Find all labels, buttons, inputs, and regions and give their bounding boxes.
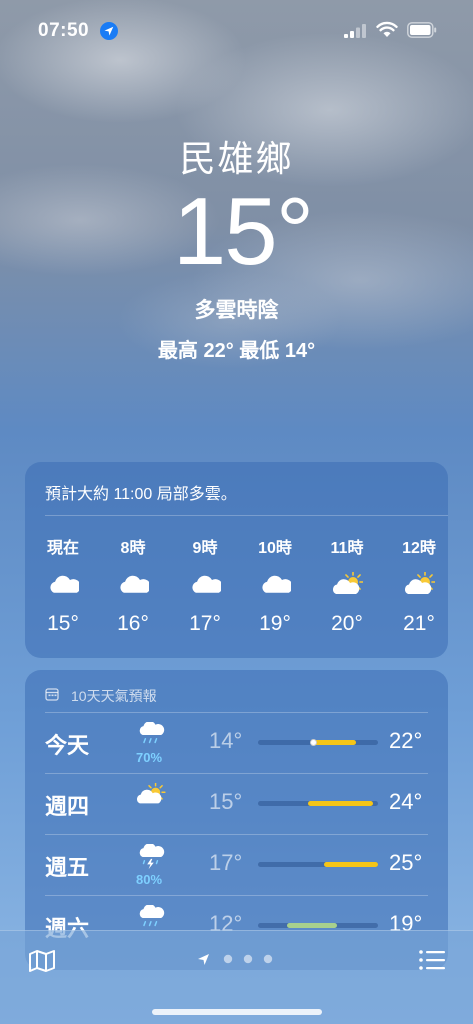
bottom-toolbar — [0, 930, 473, 1024]
low-temperature: 14° — [209, 728, 243, 753]
list-icon[interactable] — [418, 949, 446, 971]
home-indicator[interactable] — [152, 1009, 322, 1015]
hourly-item: 10時 19° — [245, 534, 305, 636]
day-name: 週四 — [45, 794, 90, 819]
divider — [45, 712, 428, 713]
current-temp-dot — [310, 739, 317, 746]
hour-label: 12時 — [402, 540, 436, 557]
hour-temperature: 15° — [47, 612, 79, 635]
high-low-temperature: 最高 22° 最低 14° — [157, 340, 316, 362]
calendar-icon — [45, 688, 59, 701]
hour-label: 10時 — [258, 540, 292, 557]
cellular-signal-icon — [344, 24, 366, 38]
temperature-range-bar — [258, 801, 378, 806]
ten-day-forecast-card[interactable]: 10天天氣預報 今天 70% 14° 22° 週四 15° 24° 週五 80% 17° 25° 週六… — [25, 670, 448, 970]
high-temperature: 24° — [389, 789, 423, 814]
cloud-icon — [192, 575, 221, 593]
day-row[interactable]: 週五 80% 17° 25° — [25, 834, 448, 894]
hour-temperature: 19° — [259, 612, 291, 635]
partly-cloudy-icon — [404, 572, 435, 594]
hour-temperature: 16° — [117, 612, 149, 635]
day-row[interactable]: 週四 15° 24° — [25, 773, 448, 833]
page-indicator[interactable] — [196, 951, 286, 967]
hourly-item: 9時 17° — [175, 534, 235, 636]
temperature-range-bar — [258, 862, 378, 867]
current-temperature: 15° — [172, 178, 314, 285]
current-location-page-icon — [198, 954, 209, 965]
high-temperature: 25° — [389, 850, 423, 875]
page-dot — [243, 954, 253, 964]
day-name: 週五 — [45, 855, 90, 880]
temperature-range-fill — [287, 923, 337, 928]
hour-label: 11時 — [330, 540, 364, 557]
page-dot — [223, 954, 233, 964]
status-time: 07:50 — [38, 20, 90, 41]
divider — [45, 895, 428, 896]
rain-cloud-icon — [139, 722, 165, 744]
temperature-range-bar — [258, 739, 378, 746]
rain-cloud-icon — [139, 905, 165, 927]
hour-label: 8時 — [120, 540, 146, 557]
page-dot — [263, 954, 273, 964]
cloud-icon — [50, 575, 79, 593]
ten-day-header: 10天天氣預報 — [71, 688, 157, 704]
day-row[interactable]: 今天 70% 14° 22° — [25, 712, 448, 772]
temperature-range-bar — [258, 923, 378, 928]
day-name: 今天 — [45, 733, 90, 758]
high-temperature: 22° — [389, 728, 423, 753]
hour-temperature: 21° — [403, 612, 435, 635]
wifi-icon — [376, 21, 398, 37]
partly-cloudy-icon — [332, 572, 363, 594]
hourly-item: 11時 20° — [317, 534, 377, 636]
hourly-forecast-card[interactable]: 預計大約 11:00 局部多雲。 現在 15° 8時 16° 9時 17° 10時 19° 11… — [25, 462, 448, 658]
temperature-range-fill — [324, 862, 378, 867]
thunderstorm-icon — [139, 844, 165, 870]
battery-icon — [407, 22, 437, 38]
divider — [45, 834, 428, 835]
temperature-range-fill — [308, 801, 373, 806]
current-weather: 民雄鄉 15° 多雲時陰 最高 22° 最低 14° — [0, 130, 473, 363]
status-bar: 07:50 — [0, 0, 473, 60]
divider — [45, 515, 448, 516]
hour-temperature: 20° — [331, 612, 363, 635]
hourly-item: 12時 21° — [389, 534, 449, 636]
hour-temperature: 17° — [189, 612, 221, 635]
hourly-item: 現在 15° — [33, 534, 93, 636]
city-name: 民雄鄉 — [179, 138, 294, 179]
low-temperature: 17° — [209, 850, 243, 875]
map-icon[interactable] — [28, 949, 56, 973]
low-temperature: 15° — [209, 789, 243, 814]
hourly-summary: 預計大約 11:00 局部多雲。 — [45, 486, 237, 503]
precipitation-chance: 80% — [135, 872, 163, 887]
hourly-item: 8時 16° — [103, 534, 163, 636]
location-arrow-icon — [100, 22, 118, 40]
hour-label: 現在 — [46, 540, 79, 557]
divider — [45, 773, 428, 774]
cloud-icon — [120, 575, 149, 593]
partly-cloudy-icon — [136, 783, 166, 804]
weather-condition: 多雲時陰 — [194, 299, 279, 322]
precipitation-chance: 70% — [135, 750, 163, 765]
hour-label: 9時 — [192, 540, 218, 557]
cloud-icon — [262, 575, 291, 593]
temperature-range-fill — [312, 740, 356, 745]
